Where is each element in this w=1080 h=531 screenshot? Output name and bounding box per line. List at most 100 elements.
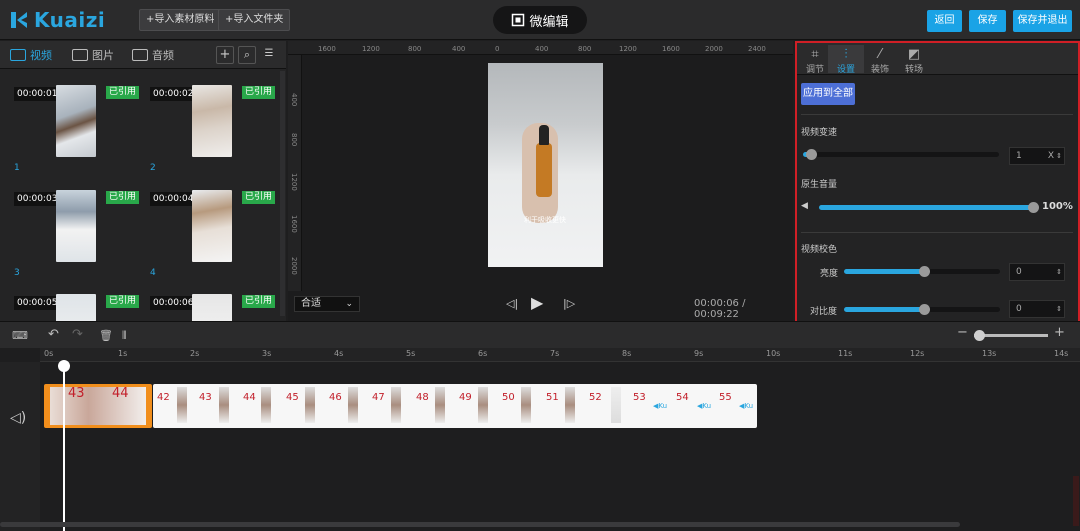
used-badge: 已引用: [242, 191, 276, 204]
apply-all-button[interactable]: 应用到全部: [801, 83, 855, 105]
media-item[interactable]: 00:00:04 已引用 4: [150, 190, 276, 280]
clip-logo-icon: ◀Ku: [697, 402, 712, 410]
tab-transition-label: 转场: [904, 65, 923, 75]
time-tick: 14s: [1054, 349, 1069, 358]
speaker-icon[interactable]: ◁): [10, 410, 26, 426]
ruler-label: 1200: [362, 45, 380, 53]
speed-input[interactable]: 1 X ⇕: [1009, 147, 1065, 165]
delete-icon[interactable]: 🗑: [99, 329, 113, 342]
video-frame[interactable]: 利于吸收更快: [488, 63, 603, 267]
media-item[interactable]: 00:00:02 已引用 2: [150, 85, 276, 175]
timeline: 0s 1s 2s 3s 4s 5s 6s 7s 8s 9s 10s 11s 12…: [0, 348, 1080, 531]
tab-image-label: 图片: [92, 49, 114, 62]
save-button[interactable]: 保存: [969, 10, 1006, 32]
divider: [801, 114, 1073, 115]
brightness-slider-fill: [844, 269, 924, 274]
volume-slider-knob[interactable]: [1028, 202, 1039, 213]
stepper-icon[interactable]: ⇕: [1056, 148, 1062, 164]
media-scrollbar[interactable]: [280, 71, 285, 316]
media-item[interactable]: 00:00:01 已引用 1: [14, 85, 140, 175]
brightness-input[interactable]: 0 ⇕: [1009, 263, 1065, 281]
fit-select[interactable]: 合适 ⌄: [294, 296, 360, 312]
save-exit-button[interactable]: 保存并退出: [1013, 10, 1072, 32]
add-icon[interactable]: +: [216, 46, 234, 64]
timeline-clip[interactable]: 42 43 44 45 46 47 48 49 50 51 52 53 ◀Ku …: [153, 384, 757, 428]
speed-slider-knob[interactable]: [806, 149, 817, 160]
media-index: 2: [150, 163, 156, 173]
time-readout: 00:00:06 / 00:09:22: [694, 298, 746, 320]
split-icon[interactable]: ⫴: [122, 329, 127, 343]
timeline-scrollbar[interactable]: [0, 522, 960, 527]
tab-transition[interactable]: ◩ 转场: [896, 45, 932, 75]
ruler-label: 1600: [318, 45, 336, 53]
contrast-value: 0: [1016, 304, 1022, 314]
media-item[interactable]: 00:00:03 已引用 3: [14, 190, 140, 280]
clip-frame-thumb: [435, 387, 445, 423]
ruler-label: 1600: [662, 45, 680, 53]
zoom-out-icon[interactable]: −: [957, 325, 968, 340]
redo-icon[interactable]: ↷: [72, 327, 83, 342]
next-frame-icon[interactable]: |▷: [563, 297, 575, 310]
media-thumbnail: [56, 294, 96, 321]
audio-icon: [132, 49, 148, 61]
tab-adjust-label: 调节: [805, 65, 824, 75]
zoom-slider-knob[interactable]: [974, 330, 985, 341]
clip-frame-thumb: [219, 387, 229, 423]
clip-frame-thumb: [261, 387, 271, 423]
tab-video[interactable]: 视频: [10, 45, 52, 65]
import-material-button[interactable]: +导入素材原料: [139, 9, 222, 31]
list-icon[interactable]: ☰: [260, 46, 278, 64]
ruler-label: 2000: [705, 45, 723, 53]
contrast-label: 对比度: [810, 307, 838, 317]
time-tick: 13s: [982, 349, 997, 358]
contrast-input[interactable]: 0 ⇕: [1009, 300, 1065, 318]
frame-number: 42: [157, 392, 170, 403]
zoom-slider[interactable]: [974, 334, 1048, 337]
media-index: 4: [150, 268, 156, 278]
ruler-label: 0: [495, 45, 500, 53]
stepper-icon[interactable]: ⇕: [1056, 301, 1062, 317]
video-icon: [10, 49, 26, 61]
bottle-shape: [536, 143, 552, 197]
media-item[interactable]: 00:00:05 已引用: [14, 294, 140, 321]
magic-wand-icon: ⁄: [878, 47, 882, 62]
time-tick: 5s: [406, 349, 416, 358]
back-button[interactable]: 返回: [927, 10, 962, 32]
frame-number: 44: [243, 392, 256, 403]
frame-number: 55: [719, 392, 732, 403]
playhead-handle[interactable]: [58, 360, 70, 372]
frame-number: 51: [546, 392, 559, 403]
search-icon[interactable]: ⌕: [238, 46, 256, 64]
horizontal-ruler: 1600 1200 800 400 0 400 800 1200 1600 20…: [288, 41, 793, 55]
stepper-icon[interactable]: ⇕: [1056, 264, 1062, 280]
prev-frame-icon[interactable]: ◁|: [506, 297, 518, 310]
tab-audio[interactable]: 音频: [132, 45, 174, 65]
tab-decorate[interactable]: ⁄ 装饰: [862, 45, 898, 75]
time-tick: 7s: [550, 349, 560, 358]
vertical-ruler: 400 800 1200 1600 2000: [288, 55, 302, 291]
frame-number: 49: [459, 392, 472, 403]
speed-value: 1: [1016, 151, 1022, 161]
media-item[interactable]: 00:00:06 已引用: [150, 294, 276, 321]
chevron-down-icon: ⌄: [345, 299, 353, 309]
speed-label: 视频变速: [801, 128, 838, 138]
volume-slider[interactable]: [819, 205, 1033, 210]
used-badge: 已引用: [242, 86, 276, 99]
play-icon[interactable]: ▶: [531, 293, 543, 312]
editor-title-text: 微编辑: [529, 14, 569, 30]
playhead[interactable]: [63, 362, 65, 531]
import-folder-button[interactable]: +导入文件夹: [218, 9, 291, 31]
tab-image[interactable]: 图片: [72, 45, 114, 65]
speed-slider[interactable]: [803, 152, 999, 157]
media-thumbnail: [192, 85, 232, 157]
frame-number: 48: [416, 392, 429, 403]
time-tick: 12s: [910, 349, 925, 358]
timeline-clip-selected[interactable]: 43 44: [44, 384, 152, 428]
image-icon: [72, 49, 88, 61]
zoom-in-icon[interactable]: +: [1054, 325, 1065, 340]
contrast-slider-knob[interactable]: [919, 304, 930, 315]
undo-icon[interactable]: ↶: [48, 327, 59, 342]
keyboard-icon[interactable]: ⌨: [12, 329, 28, 342]
brightness-slider-knob[interactable]: [919, 266, 930, 277]
tab-settings[interactable]: ⫶ 设置: [828, 45, 864, 75]
